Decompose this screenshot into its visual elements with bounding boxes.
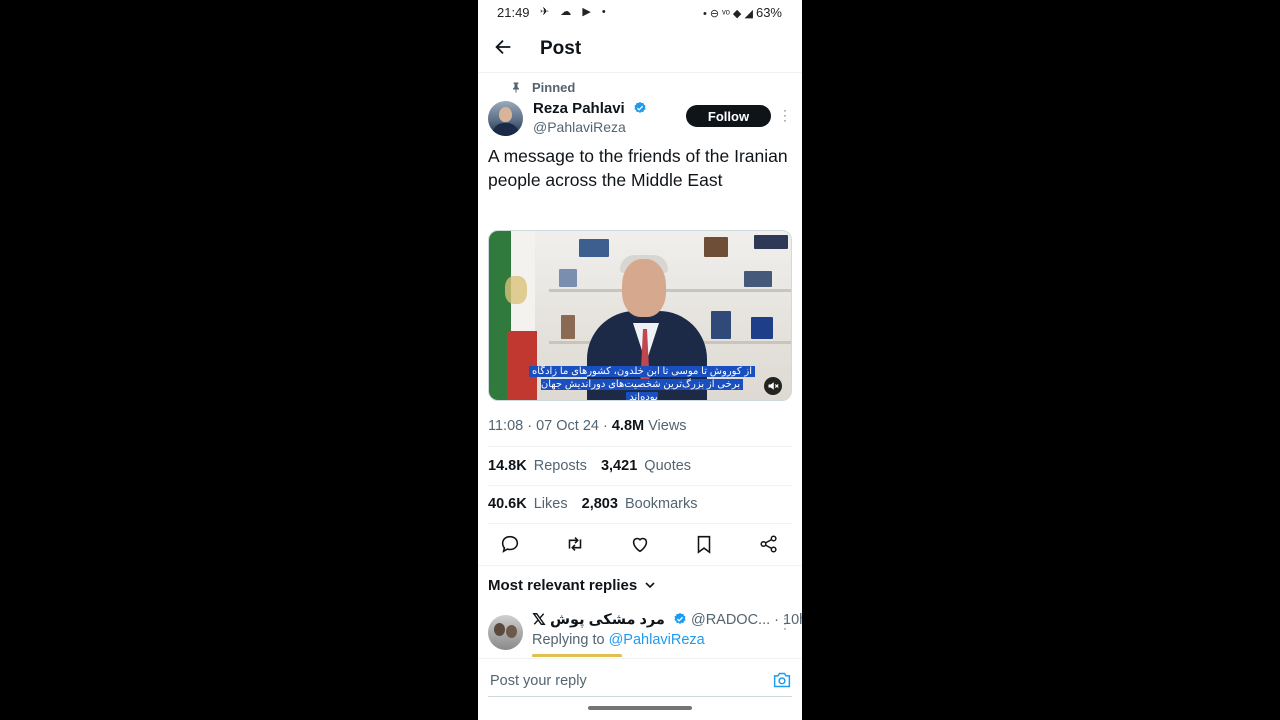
- post-meta: 11:08 · 07 Oct 24 · 4.8M Views: [488, 418, 687, 434]
- views-count: 4.8M: [611, 418, 645, 434]
- bookmarks-stat[interactable]: 2,803 Bookmarks: [582, 496, 698, 512]
- follow-button[interactable]: Follow: [686, 105, 771, 127]
- quotes-label: Quotes: [644, 458, 692, 474]
- more-options-icon[interactable]: · · ·: [778, 104, 792, 126]
- quotes-count: 3,421: [600, 458, 638, 474]
- phone-screen: 21:49 ✈ ☁ ▶ • • ⊖ ᵛᵒ ◆ ◢ 63% Post Pinned…: [478, 0, 802, 720]
- like-icon[interactable]: [629, 533, 651, 555]
- battery-level: 63%: [755, 5, 782, 20]
- reply-icon[interactable]: [499, 533, 521, 555]
- subtitle-line-1: از کوروش تا موسی تا ابن خلدون، کشورهای م…: [529, 366, 755, 377]
- status-bar: 21:49 ✈ ☁ ▶ • • ⊖ ᵛᵒ ◆ ◢ 63%: [478, 0, 802, 26]
- gesture-bar[interactable]: [588, 706, 692, 710]
- reply-text-clipped: [532, 654, 652, 657]
- reposts-label: Reposts: [533, 458, 587, 474]
- x-logo-icon: [532, 613, 546, 625]
- reply-composer: [478, 658, 802, 699]
- post-actions: [478, 533, 802, 557]
- chevron-down-icon: [645, 582, 655, 589]
- reply-input[interactable]: [488, 669, 752, 693]
- quotes-stat[interactable]: 3,421 Quotes: [601, 458, 691, 474]
- author-avatar[interactable]: [488, 101, 523, 136]
- bookmarks-label: Bookmarks: [624, 496, 698, 512]
- stats-row-likes: 40.6K Likes 2,803 Bookmarks: [488, 496, 697, 512]
- app-bar: Post: [478, 26, 802, 73]
- camera-icon[interactable]: [772, 671, 792, 689]
- page-title: Post: [540, 38, 582, 59]
- subtitle-line-2: برخی از بزرگ‌ترین شخصیت‌های دوراندیش جها…: [540, 379, 744, 400]
- notification-icons: ✈ ☁ ▶ •: [540, 6, 610, 18]
- author-name[interactable]: Reza Pahlavi: [533, 100, 625, 117]
- likes-count: 40.6K: [488, 496, 527, 512]
- reply-author-handle[interactable]: @RADOC...: [691, 612, 770, 628]
- likes-stat[interactable]: 40.6K Likes: [488, 496, 568, 512]
- replying-to: Replying to @PahlaviReza: [532, 632, 705, 648]
- divider: [488, 485, 792, 486]
- pinned-indicator: Pinned: [512, 80, 575, 95]
- author-name-row[interactable]: Reza Pahlavi: [533, 100, 647, 117]
- bookmarks-count: 2,803: [581, 496, 618, 512]
- system-status-icons: • ⊖ ᵛᵒ ◆ ◢: [703, 8, 753, 20]
- replying-to-link[interactable]: @PahlaviReza: [609, 632, 705, 648]
- divider: [478, 565, 802, 566]
- reply-author-name[interactable]: مرد مشکی پوش: [550, 612, 665, 628]
- mute-icon[interactable]: [764, 377, 782, 395]
- replying-prefix: Replying to: [532, 632, 609, 648]
- divider: [488, 446, 792, 447]
- reply-header: مرد مشکی پوش @RADOC... · 10h: [532, 612, 802, 628]
- status-time: 21:49: [497, 5, 530, 20]
- reposts-count: 14.8K: [488, 458, 527, 474]
- repost-icon[interactable]: [564, 533, 586, 555]
- post-timestamp[interactable]: 11:08 · 07 Oct 24 ·: [488, 418, 612, 434]
- reposts-stat[interactable]: 14.8K Reposts: [488, 458, 587, 474]
- bookmark-icon[interactable]: [693, 533, 715, 555]
- replies-header: Most relevant replies: [488, 577, 638, 594]
- video-subtitles: از کوروش تا موسی تا ابن خلدون، کشورهای م…: [527, 365, 757, 400]
- likes-label: Likes: [533, 496, 568, 512]
- replies-sort-dropdown[interactable]: Most relevant replies: [488, 577, 655, 594]
- views-label: Views: [644, 418, 687, 434]
- post-text: A message to the friends of the Iranian …: [488, 146, 788, 190]
- system-icons: • ⊖ ᵛᵒ ◆ ◢ 63%: [703, 5, 782, 20]
- post-video[interactable]: از کوروش تا موسی تا ابن خلدون، کشورهای م…: [488, 230, 792, 401]
- pinned-label: Pinned: [532, 80, 576, 95]
- verified-badge-icon: [674, 612, 686, 624]
- reply-more-options-icon[interactable]: · · ·: [778, 612, 792, 634]
- arrow-left-icon[interactable]: [492, 36, 514, 58]
- author-handle[interactable]: @PahlaviReza: [533, 119, 626, 135]
- pin-icon: [513, 82, 519, 93]
- divider: [488, 523, 792, 524]
- share-icon[interactable]: [758, 533, 780, 555]
- stats-row-reposts: 14.8K Reposts 3,421 Quotes: [488, 458, 691, 474]
- reply-avatar[interactable]: [488, 615, 523, 650]
- verified-badge-icon: [634, 101, 646, 113]
